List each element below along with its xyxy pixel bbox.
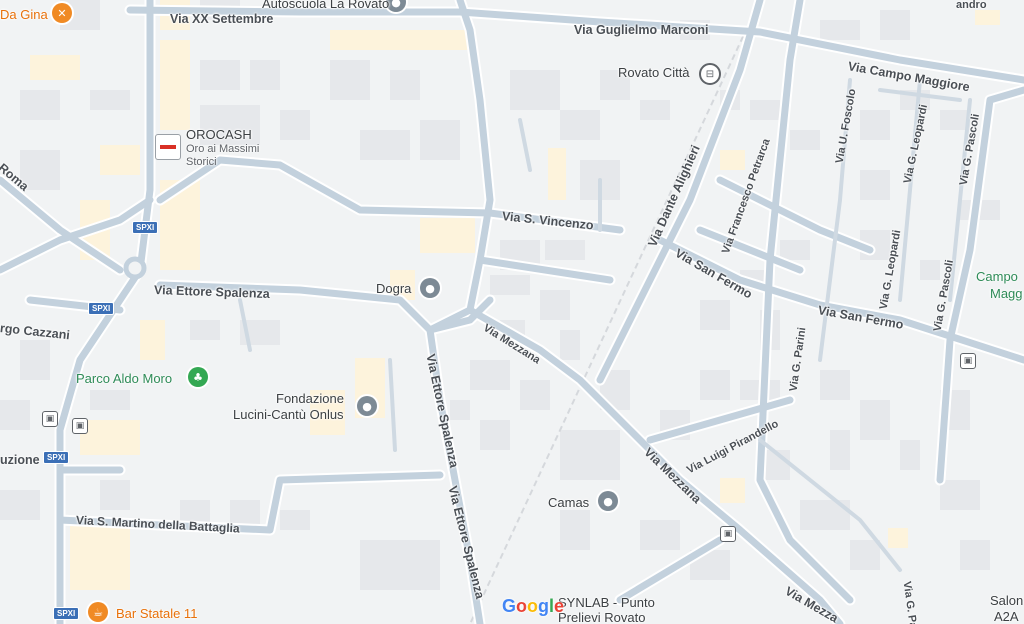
poi-label-synlab[interactable]: SYNLAB - Punto: [558, 596, 655, 609]
poi-label-synlab-2[interactable]: Prelievi Rovato: [558, 611, 645, 624]
poi-label-fondazione[interactable]: Fondazione: [276, 392, 344, 405]
roundabout: [123, 256, 147, 280]
poi-label-fondazione-2[interactable]: Lucini-Cantù Onlus: [233, 408, 344, 421]
road-shield-spxi: SPXI: [88, 302, 115, 315]
coffee-cup-icon[interactable]: ☕: [88, 602, 108, 622]
map-pin-icon[interactable]: ●: [420, 278, 440, 298]
poi-label-campo-2[interactable]: Magg: [990, 287, 1023, 300]
poi-label-orocash[interactable]: OROCASH: [186, 128, 252, 141]
map-pin-icon[interactable]: ●: [598, 491, 618, 511]
poi-label-salon-2[interactable]: A2A: [994, 610, 1019, 623]
tree-icon[interactable]: ♣: [188, 367, 208, 387]
poi-label-rovato-citta[interactable]: Rovato Città: [618, 66, 690, 79]
street-label-uzione: uzione: [0, 453, 40, 467]
street-label-andro: andro: [956, 0, 987, 11]
poi-label-dogra[interactable]: Dogra: [376, 282, 411, 295]
fork-knife-icon[interactable]: ✕: [52, 3, 72, 23]
road-shield-spxi: SPXI: [132, 221, 159, 234]
road-shield-spxi: SPXI: [53, 607, 80, 620]
street-label-via-guglielmo-marconi: Via Guglielmo Marconi: [574, 23, 709, 37]
poi-sub-orocash-2: Storici: [186, 156, 217, 168]
map-pin-icon[interactable]: ●: [357, 396, 377, 416]
street-label-via-xx-settembre: Via XX Settembre: [170, 12, 274, 26]
train-station-icon[interactable]: ⊟: [699, 63, 721, 85]
bus-stop-icon[interactable]: ▣: [960, 353, 976, 369]
map-canvas[interactable]: Via XX Settembre Via Guglielmo Marconi V…: [0, 0, 1024, 624]
poi-sub-orocash-1: Oro ai Massimi: [186, 143, 260, 155]
road-shield-spxi: SPXI: [43, 451, 70, 464]
poi-label-autoscuola[interactable]: Autoscuola La Rovato: [262, 0, 389, 10]
bus-stop-icon[interactable]: ▣: [72, 418, 88, 434]
orocash-logo-icon[interactable]: [155, 134, 181, 160]
poi-label-campo[interactable]: Campo: [976, 270, 1018, 283]
bus-stop-icon[interactable]: ▣: [720, 526, 736, 542]
bus-stop-icon[interactable]: ▣: [42, 411, 58, 427]
poi-label-bar-statale[interactable]: Bar Statale 11: [116, 607, 197, 620]
poi-label-da-gina[interactable]: Da Gina: [0, 8, 48, 21]
poi-label-camas[interactable]: Camas: [548, 496, 589, 509]
google-logo: Google: [502, 596, 565, 616]
poi-label-salon[interactable]: Salon: [990, 594, 1023, 607]
poi-label-parco-aldo-moro[interactable]: Parco Aldo Moro: [76, 372, 172, 385]
